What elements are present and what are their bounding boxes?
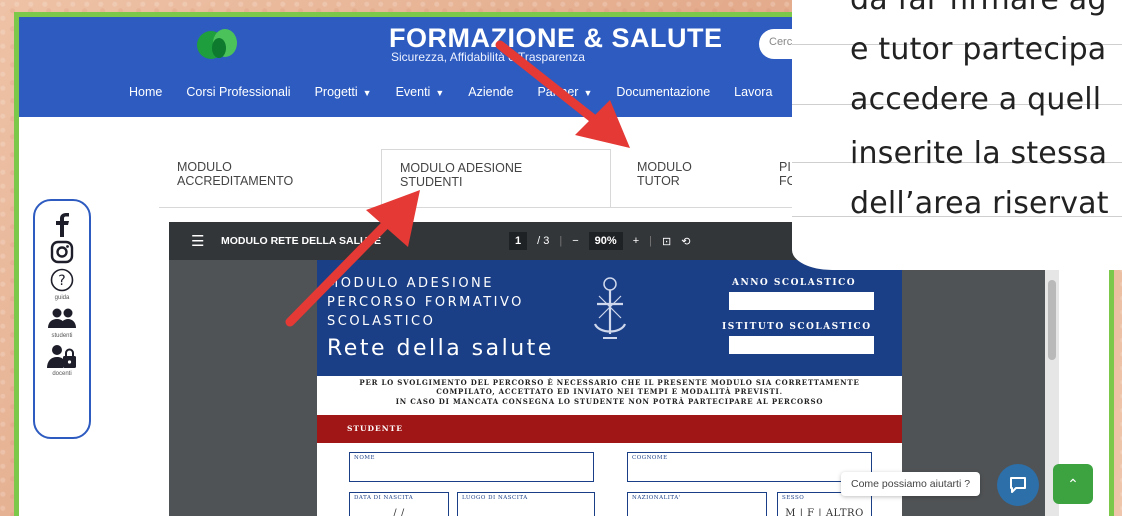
- overlay-line: inserite la stessa: [850, 136, 1108, 171]
- arrow-to-tutor-tab: [495, 40, 630, 148]
- overlay-text-card: da far firmare ag e tutor partecipa acce…: [792, 0, 1122, 270]
- arrow-to-student-tab: [285, 190, 420, 327]
- overlay-line: accedere a quell: [850, 82, 1102, 117]
- overlay-line: da far firmare ag: [850, 0, 1107, 17]
- overlay-line: dell’area riservat: [850, 186, 1109, 221]
- overlay-line: e tutor partecipa: [850, 32, 1107, 67]
